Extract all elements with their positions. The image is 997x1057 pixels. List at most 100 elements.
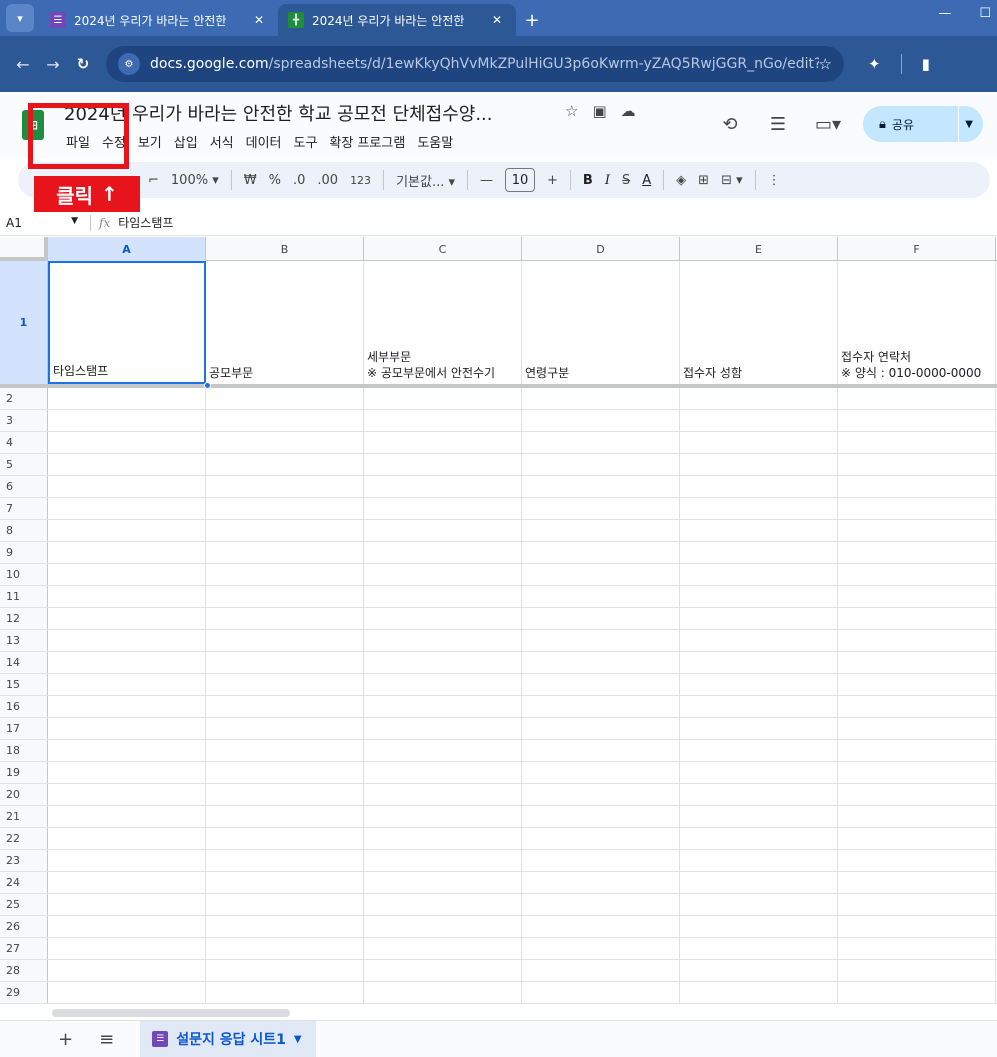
browser-tab-sheets[interactable]: ╋ 2024년 우리가 바라는 안전한 ✕: [278, 4, 516, 36]
grid-cell[interactable]: [48, 520, 206, 541]
grid-cell[interactable]: [838, 498, 996, 519]
grid-cell[interactable]: [522, 476, 680, 497]
grid-cell[interactable]: [364, 586, 522, 607]
grid-cell[interactable]: [206, 388, 364, 409]
grid-cell[interactable]: [522, 564, 680, 585]
cell-d1[interactable]: 연령구분: [522, 261, 680, 384]
grid-cell[interactable]: [522, 938, 680, 959]
row-header[interactable]: 15: [0, 674, 48, 695]
comments-icon[interactable]: ☰: [767, 114, 789, 135]
grid-cell[interactable]: [48, 476, 206, 497]
menu-insert[interactable]: 삽입: [174, 132, 198, 151]
grid-cell[interactable]: [206, 828, 364, 849]
grid-cell[interactable]: [680, 410, 838, 431]
grid-cell[interactable]: [364, 564, 522, 585]
grid-cell[interactable]: [680, 916, 838, 937]
row-header[interactable]: 20: [0, 784, 48, 805]
row-header[interactable]: 28: [0, 960, 48, 981]
grid-cell[interactable]: [838, 960, 996, 981]
grid-cell[interactable]: [522, 388, 680, 409]
grid-cell[interactable]: [48, 916, 206, 937]
column-header-f[interactable]: F: [838, 237, 996, 261]
text-color-button[interactable]: A: [642, 173, 651, 188]
grid-cell[interactable]: [206, 454, 364, 475]
grid-cell[interactable]: [838, 630, 996, 651]
site-info-icon[interactable]: ⚙: [118, 53, 140, 75]
grid-cell[interactable]: [206, 718, 364, 739]
select-all-corner[interactable]: [0, 237, 48, 261]
chevron-down-icon[interactable]: ▼: [965, 119, 973, 130]
row-header[interactable]: 2: [0, 388, 48, 409]
grid-cell[interactable]: [48, 674, 206, 695]
grid-cell[interactable]: [206, 938, 364, 959]
grid-cell[interactable]: [48, 784, 206, 805]
grid-cell[interactable]: [522, 872, 680, 893]
grid-cell[interactable]: [522, 432, 680, 453]
grid-cell[interactable]: [206, 652, 364, 673]
bookmark-star-icon[interactable]: ☆: [819, 55, 832, 73]
grid-cell[interactable]: [522, 630, 680, 651]
menu-extensions[interactable]: 확장 프로그램: [329, 132, 405, 151]
grid-cell[interactable]: [522, 982, 680, 1003]
meet-camera-icon[interactable]: ▭▾: [815, 114, 841, 135]
grid-cell[interactable]: [522, 454, 680, 475]
grid-cell[interactable]: [48, 894, 206, 915]
grid-cell[interactable]: [364, 520, 522, 541]
column-header-b[interactable]: B: [206, 237, 364, 261]
grid-cell[interactable]: [838, 938, 996, 959]
grid-cell[interactable]: [364, 630, 522, 651]
chevron-down-icon[interactable]: ▼: [71, 216, 78, 230]
menu-view[interactable]: 보기: [138, 132, 162, 151]
grid-cell[interactable]: [838, 850, 996, 871]
grid-cell[interactable]: [206, 784, 364, 805]
grid-cell[interactable]: [680, 806, 838, 827]
grid-cell[interactable]: [48, 542, 206, 563]
reload-icon[interactable]: ↻: [68, 49, 98, 79]
column-header-c[interactable]: C: [364, 237, 522, 261]
fill-color-icon[interactable]: ◈: [676, 173, 686, 188]
grid-cell[interactable]: [206, 740, 364, 761]
grid-cell[interactable]: [838, 828, 996, 849]
font-size-decrease-button[interactable]: —: [480, 173, 493, 188]
grid-cell[interactable]: [522, 586, 680, 607]
decrease-decimal-button[interactable]: .0: [293, 173, 305, 188]
grid-cell[interactable]: [522, 520, 680, 541]
cell-e1[interactable]: 접수자 성함: [680, 261, 838, 384]
chevron-down-icon[interactable]: ▼: [294, 1034, 302, 1045]
grid-cell[interactable]: [522, 674, 680, 695]
row-header[interactable]: 7: [0, 498, 48, 519]
grid-cell[interactable]: [680, 872, 838, 893]
grid-cell[interactable]: [522, 806, 680, 827]
grid-cell[interactable]: [680, 454, 838, 475]
grid-cell[interactable]: [680, 542, 838, 563]
grid-cell[interactable]: [364, 652, 522, 673]
grid-cell[interactable]: [48, 586, 206, 607]
grid-cell[interactable]: [364, 718, 522, 739]
grid-cell[interactable]: [364, 388, 522, 409]
grid-cell[interactable]: [48, 806, 206, 827]
grid-cell[interactable]: [48, 872, 206, 893]
grid-cell[interactable]: [522, 850, 680, 871]
grid-cell[interactable]: [838, 784, 996, 805]
grid-cell[interactable]: [364, 410, 522, 431]
grid-cell[interactable]: [522, 410, 680, 431]
grid-cell[interactable]: [364, 938, 522, 959]
grid-cell[interactable]: [48, 938, 206, 959]
grid-cell[interactable]: [364, 982, 522, 1003]
grid-cell[interactable]: [364, 806, 522, 827]
scrollbar-thumb[interactable]: [52, 1009, 290, 1017]
grid-cell[interactable]: [680, 630, 838, 651]
forward-arrow-icon[interactable]: →: [38, 49, 68, 79]
grid-cell[interactable]: [48, 740, 206, 761]
back-arrow-icon[interactable]: ←: [8, 49, 38, 79]
grid-cell[interactable]: [48, 982, 206, 1003]
horizontal-scrollbar[interactable]: [0, 1006, 997, 1020]
grid-cell[interactable]: [680, 432, 838, 453]
grid-cell[interactable]: [206, 982, 364, 1003]
grid-cell[interactable]: [838, 410, 996, 431]
grid-cell[interactable]: [48, 696, 206, 717]
grid-cell[interactable]: [48, 652, 206, 673]
grid-cell[interactable]: [206, 916, 364, 937]
column-header-d[interactable]: D: [522, 237, 680, 261]
grid-cell[interactable]: [364, 916, 522, 937]
